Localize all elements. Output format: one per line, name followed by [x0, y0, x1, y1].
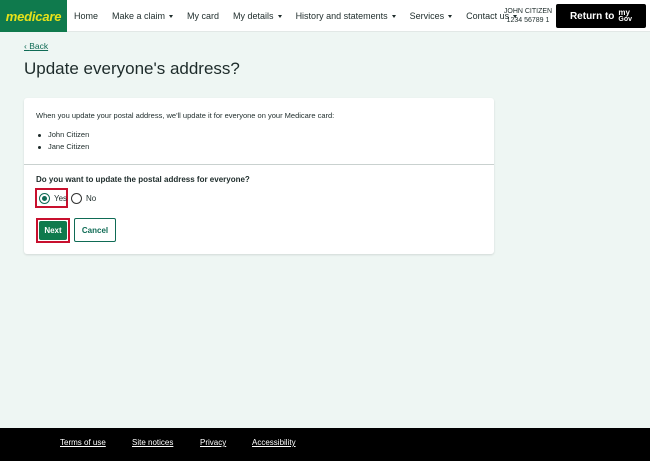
return-label: Return to: [569, 10, 615, 22]
names-list: John Citizen Jane Citizen: [36, 129, 89, 153]
caret-down-icon: [169, 14, 174, 18]
return-to-mygov-button[interactable]: Return to my Gov: [556, 4, 646, 28]
site-header: medicare Home Make a claim My card My de…: [0, 0, 650, 32]
nav-history-and-statements[interactable]: History and statements: [289, 0, 403, 32]
footer-link-site-notices[interactable]: Site notices: [132, 438, 173, 447]
info-text: When you update your postal address, we'…: [36, 111, 335, 120]
question-label: Do you want to update the postal address…: [36, 175, 250, 184]
nav-my-card[interactable]: My card: [180, 0, 226, 32]
nav-home[interactable]: Home: [67, 0, 105, 32]
user-card-number: 1234 56789 1: [506, 17, 550, 24]
cancel-button[interactable]: Cancel: [74, 218, 116, 242]
logo-text: medicare: [5, 8, 62, 24]
medicare-logo[interactable]: medicare: [0, 0, 67, 32]
site-footer: Terms of use Site notices Privacy Access…: [0, 428, 650, 461]
list-item: John Citizen: [36, 129, 89, 141]
footer-link-accessibility[interactable]: Accessibility: [252, 438, 296, 447]
caret-down-icon: [391, 14, 396, 18]
nav-services[interactable]: Services: [403, 0, 460, 32]
nav-my-details[interactable]: My details: [226, 0, 289, 32]
address-update-card: When you update your postal address, we'…: [24, 98, 494, 254]
radio-unchecked-icon[interactable]: [71, 193, 82, 204]
footer-link-privacy[interactable]: Privacy: [200, 438, 226, 447]
back-link[interactable]: ‹ Back: [24, 41, 48, 51]
caret-down-icon: [448, 14, 453, 18]
list-item: Jane Citizen: [36, 141, 89, 153]
footer-link-terms[interactable]: Terms of use: [60, 438, 106, 447]
main-nav: Home Make a claim My card My details His…: [67, 0, 524, 32]
user-name: JOHN CITIZEN: [503, 8, 553, 15]
radio-checked-icon[interactable]: [39, 193, 50, 204]
caret-down-icon: [277, 14, 282, 18]
radio-yes[interactable]: Yes: [39, 193, 67, 204]
card-info-section: When you update your postal address, we'…: [24, 98, 494, 165]
page-title: Update everyone's address?: [24, 59, 240, 78]
mygov-logo: my Gov: [618, 8, 633, 24]
next-button[interactable]: Next: [39, 221, 67, 240]
radio-no[interactable]: No: [71, 193, 96, 204]
nav-make-a-claim[interactable]: Make a claim: [105, 0, 180, 32]
user-info: JOHN CITIZEN 1234 56789 1: [503, 7, 553, 25]
